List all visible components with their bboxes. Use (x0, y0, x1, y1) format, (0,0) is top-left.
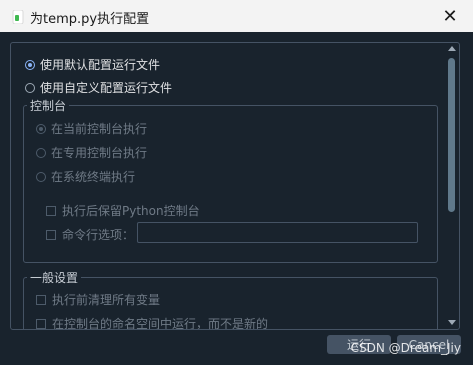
vertical-scrollbar[interactable] (446, 44, 458, 330)
checkbox-icon (46, 205, 56, 216)
checkbox-run-in-namespace-label: 在控制台的命名空间中运行，而不是新的 (52, 317, 269, 330)
general-group-title: 一般设置 (27, 269, 82, 286)
checkbox-run-in-namespace[interactable]: 在控制台的命名空间中运行，而不是新的 (36, 315, 269, 330)
radio-unselected-icon (36, 171, 46, 182)
radio-unselected-icon (36, 147, 46, 158)
close-icon: ✕ (442, 5, 458, 27)
title-bar: 为temp.py执行配置 ✕ (0, 0, 473, 32)
checkbox-icon (36, 294, 46, 305)
scroll-down-arrow-icon[interactable] (448, 320, 456, 325)
radio-custom-config-label: 使用自定义配置运行文件 (40, 81, 173, 95)
radio-selected-icon (36, 123, 46, 134)
close-button[interactable]: ✕ (427, 0, 473, 32)
radio-custom-config[interactable]: 使用自定义配置运行文件 (25, 79, 172, 96)
radio-default-config[interactable]: 使用默认配置运行文件 (25, 56, 160, 73)
scroll-up-arrow-icon[interactable] (448, 46, 456, 51)
radio-console-terminal-label: 在系统终端执行 (51, 170, 136, 184)
radio-console-dedicated[interactable]: 在专用控制台执行 (36, 144, 147, 161)
radio-unselected-icon (25, 82, 35, 93)
checkbox-keep-python-console[interactable]: 执行后保留Python控制台 (46, 202, 200, 219)
checkbox-cmdline-options[interactable]: 命令行选项： (46, 226, 134, 243)
radio-selected-icon (25, 59, 35, 70)
checkbox-clear-vars-label: 执行前清理所有变量 (52, 293, 161, 307)
window-title: 为temp.py执行配置 (30, 12, 150, 27)
console-group-title: 控制台 (27, 97, 70, 114)
radio-console-dedicated-label: 在专用控制台执行 (51, 146, 148, 160)
checkbox-icon (46, 229, 56, 240)
watermark-text: CSDN @Dream_Jiy (350, 341, 461, 355)
checkbox-icon (36, 318, 46, 329)
radio-console-current-label: 在当前控制台执行 (51, 122, 148, 136)
python-app-icon (12, 10, 24, 24)
radio-default-config-label: 使用默认配置运行文件 (40, 58, 161, 72)
checkbox-clear-vars[interactable]: 执行前清理所有变量 (36, 291, 160, 308)
radio-console-current[interactable]: 在当前控制台执行 (36, 120, 147, 137)
dialog-body: 使用默认配置运行文件 使用自定义配置运行文件 控制台 在当前控制台执行 在专用控… (0, 32, 473, 365)
scrollbar-thumb[interactable] (448, 58, 455, 212)
cmdline-options-input[interactable] (137, 222, 418, 243)
checkbox-keep-python-console-label: 执行后保留Python控制台 (62, 204, 200, 218)
options-panel: 使用默认配置运行文件 使用自定义配置运行文件 控制台 在当前控制台执行 在专用控… (10, 42, 460, 330)
checkbox-cmdline-options-label: 命令行选项： (62, 228, 135, 242)
radio-console-terminal[interactable]: 在系统终端执行 (36, 168, 135, 185)
